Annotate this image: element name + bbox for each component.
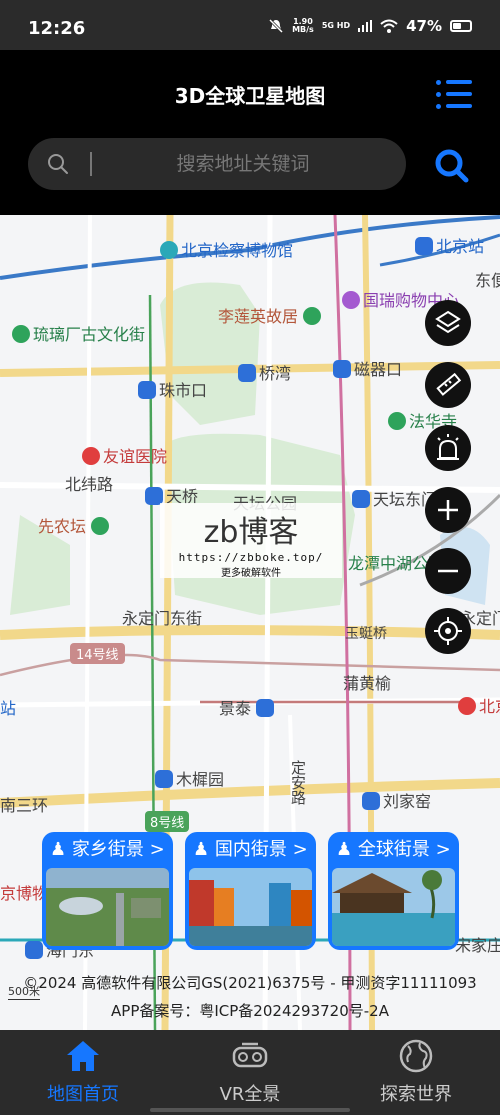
poi-label[interactable]: 木樨园 bbox=[155, 766, 224, 790]
street-view-hometown-card[interactable]: ♟ 家乡街景 > bbox=[42, 832, 173, 950]
poi-label[interactable]: 先农坛 bbox=[38, 513, 112, 537]
map-copyright: ©2024 高德软件有限公司GS(2021)6375号 - 甲测资字111110… bbox=[23, 974, 477, 992]
alarm-icon bbox=[437, 434, 459, 460]
search-icon bbox=[48, 154, 68, 174]
zoom-out-icon bbox=[438, 569, 458, 573]
poi-label[interactable]: 站 bbox=[0, 695, 16, 719]
search-box[interactable] bbox=[28, 138, 406, 190]
poi-label[interactable]: 北纬路 bbox=[65, 471, 113, 495]
metro-line-badge: 8号线 bbox=[145, 811, 190, 832]
watermark-note: 更多破解软件 bbox=[221, 568, 281, 579]
net-speed: 1.90 MB/s bbox=[292, 17, 314, 34]
icp-record: APP备案号：粤ICP备2024293720号-2A bbox=[111, 1002, 389, 1020]
metro-line-badge: 14号线 bbox=[70, 643, 125, 664]
street-view-label: ♟ 家乡街景 > bbox=[50, 839, 165, 860]
alarm-button[interactable] bbox=[425, 425, 471, 471]
home-indicator bbox=[150, 1108, 350, 1112]
menu-button[interactable] bbox=[436, 78, 472, 112]
street-view-label: ♟ 国内街景 > bbox=[193, 839, 308, 860]
tab-map-home[interactable]: 地图首页 bbox=[0, 1030, 166, 1115]
bottom-tab-bar: 地图首页 VR全景 探索世界 bbox=[0, 1030, 500, 1115]
layers-button[interactable] bbox=[425, 300, 471, 346]
zoom-in-button[interactable] bbox=[425, 487, 471, 533]
watermark-overlay: zb博客 https://zbboke.top/ 更多破解软件 bbox=[160, 503, 342, 579]
mute-icon bbox=[269, 18, 284, 34]
poi-label[interactable]: 玉蜓桥 bbox=[345, 623, 387, 643]
poi-label[interactable]: 北京东 bbox=[458, 693, 500, 717]
search-submit-icon[interactable] bbox=[432, 146, 472, 186]
search-input[interactable] bbox=[88, 138, 388, 190]
globe-icon bbox=[399, 1039, 433, 1073]
poi-label[interactable]: 宋家庄 bbox=[455, 932, 500, 956]
zoom-in-icon bbox=[438, 500, 458, 520]
poi-label[interactable]: 北京检察博物馆 bbox=[160, 237, 293, 261]
app-header: 3D全球卫星地图 bbox=[0, 50, 500, 215]
poi-label[interactable]: 磁器口 bbox=[333, 356, 402, 380]
home-icon bbox=[67, 1041, 99, 1071]
poi-label[interactable]: 蒲黄榆 bbox=[343, 670, 391, 694]
wifi-icon bbox=[380, 19, 398, 33]
ruler-button[interactable] bbox=[425, 362, 471, 408]
status-indicators: 1.90 MB/s 5G HD 47% bbox=[268, 17, 472, 35]
network-type: 5G HD bbox=[321, 21, 351, 30]
person-icon: ♟ bbox=[50, 839, 67, 860]
locate-button[interactable] bbox=[425, 608, 471, 654]
tab-explore-world[interactable]: 探索世界 bbox=[333, 1030, 499, 1115]
app-title: 3D全球卫星地图 bbox=[174, 84, 326, 108]
street-view-thumbnail bbox=[189, 868, 312, 946]
street-view-thumbnail bbox=[332, 868, 455, 946]
street-view-domestic-card[interactable]: ♟ 国内街景 > bbox=[185, 832, 316, 950]
status-time: 12:26 bbox=[28, 18, 86, 39]
poi-label[interactable]: 李莲英故居 bbox=[218, 303, 324, 327]
ruler-icon bbox=[436, 372, 462, 396]
locate-icon bbox=[434, 617, 462, 645]
poi-label[interactable]: 永定门东街 bbox=[122, 605, 202, 629]
menu-icon bbox=[436, 80, 441, 85]
zoom-out-button[interactable] bbox=[425, 548, 471, 594]
map-view[interactable]: 北京检察博物馆 北京站 东便 李莲英故居 国瑞购物中心 琉璃厂古文化街 桥湾 磁… bbox=[0, 215, 500, 1030]
tab-vr-panorama[interactable]: VR全景 bbox=[167, 1030, 333, 1115]
poi-label[interactable]: 南三环 bbox=[0, 792, 48, 816]
status-bar: 12:26 1.90 MB/s 5G HD 47% bbox=[0, 0, 500, 50]
poi-label[interactable]: 定安路 bbox=[288, 760, 309, 805]
watermark-title: zb博客 bbox=[203, 515, 299, 550]
street-view-global-card[interactable]: ♟ 全球街景 > bbox=[328, 832, 459, 950]
poi-label[interactable]: 刘家窑 bbox=[362, 788, 431, 812]
street-view-thumbnail bbox=[46, 868, 169, 946]
person-icon: ♟ bbox=[193, 839, 210, 860]
person-icon: ♟ bbox=[336, 839, 353, 860]
poi-label[interactable]: 东便 bbox=[475, 267, 500, 291]
street-view-label: ♟ 全球街景 > bbox=[336, 839, 451, 860]
poi-label[interactable]: 京博物 bbox=[0, 880, 48, 904]
battery-icon bbox=[450, 20, 472, 32]
poi-label[interactable]: 桥湾 bbox=[238, 360, 291, 384]
poi-label[interactable]: 景泰 bbox=[219, 695, 277, 719]
poi-label[interactable]: 北京站 bbox=[415, 233, 484, 257]
poi-label[interactable]: 琉璃厂古文化街 bbox=[12, 321, 145, 345]
layers-icon bbox=[435, 310, 461, 334]
poi-label[interactable]: 珠市口 bbox=[138, 377, 207, 401]
vr-goggles-icon bbox=[232, 1042, 268, 1068]
battery-percent: 47% bbox=[406, 17, 442, 35]
poi-label[interactable]: 友谊医院 bbox=[82, 443, 167, 467]
watermark-url: https://zbboke.top/ bbox=[178, 551, 324, 564]
signal-icon bbox=[358, 20, 373, 32]
